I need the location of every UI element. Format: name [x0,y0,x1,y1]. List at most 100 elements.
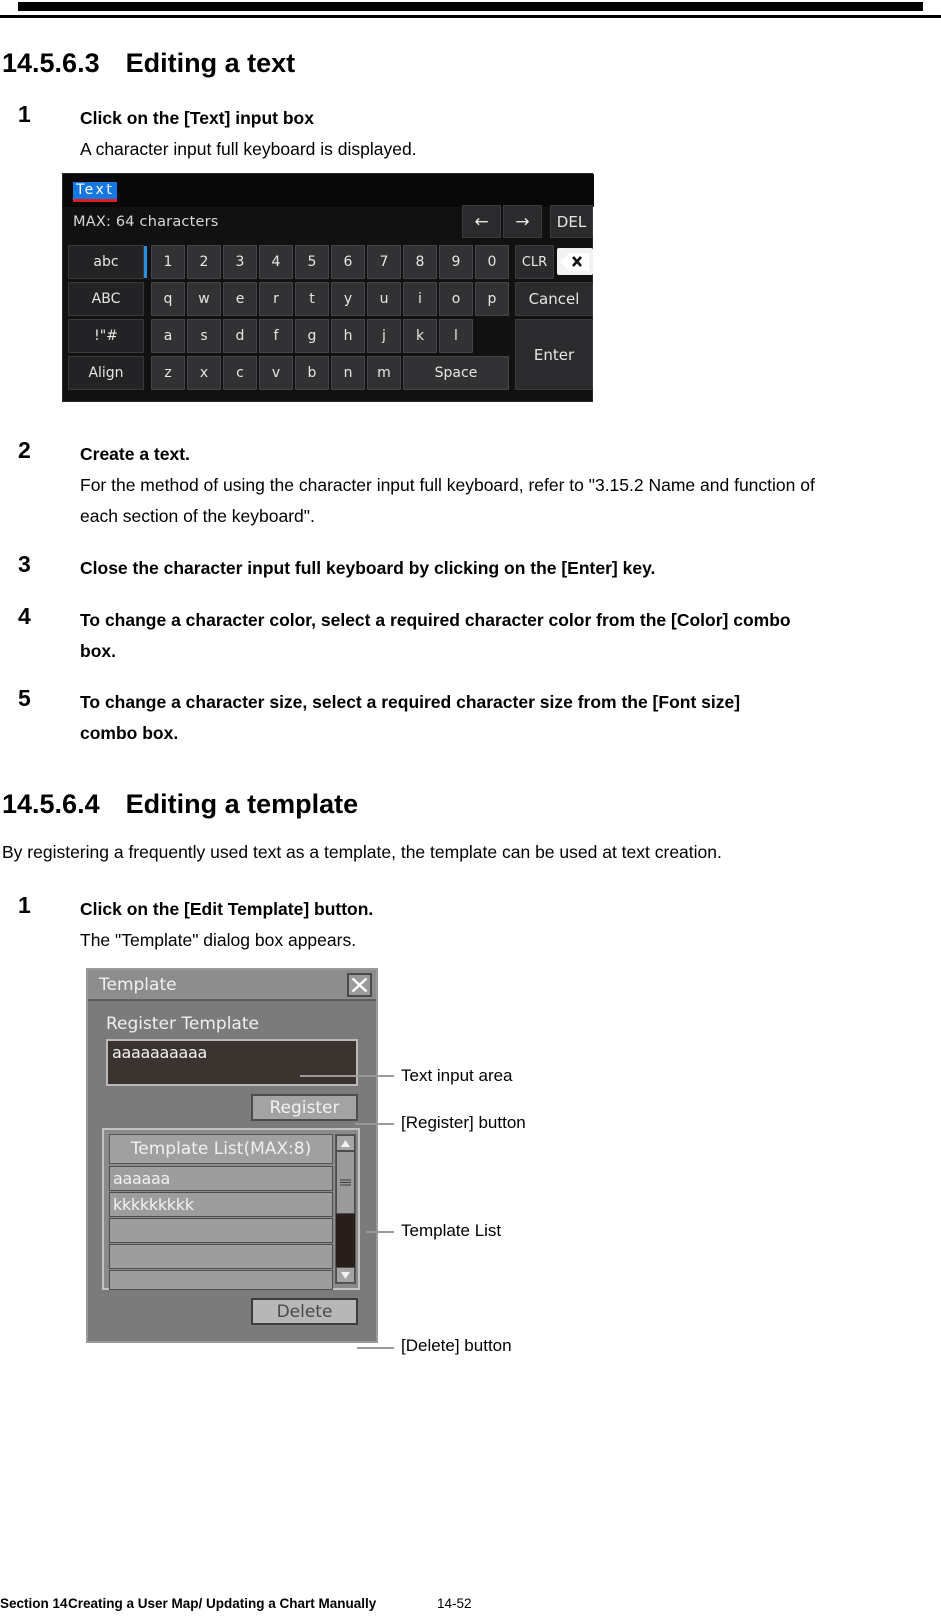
template-dialog-title-bar: Template [88,970,376,1001]
template-text-input[interactable]: aaaaaaaaaa [106,1039,358,1086]
header-black-bar [18,2,923,11]
list-item[interactable] [109,1244,333,1269]
keyboard-arrow-right-key[interactable]: → [503,205,542,238]
heading-title: Editing a text [125,48,296,78]
close-button[interactable] [347,973,372,997]
header-rule [0,15,941,18]
scroll-up-button[interactable] [336,1135,355,1151]
template-list: Template List(MAX:8) aaaaaa kkkkkkkkk [102,1128,360,1290]
grip-lines-icon [340,1179,351,1186]
keyboard-key-0[interactable]: 0 [475,245,509,279]
step-plain-line-1: For the method of using the character in… [80,475,815,495]
keyboard-key-6[interactable]: 6 [331,245,365,279]
keyboard-key-b[interactable]: b [295,356,329,390]
keyboard-mode-ABC-key[interactable]: ABC [68,282,144,316]
callout-leader-text-input [300,1075,394,1077]
keyboard-key-l[interactable]: l [439,319,473,353]
keyboard-key-a[interactable]: a [151,319,185,353]
keyboard-key-1[interactable]: 1 [151,245,185,279]
keyboard-backspace-key[interactable] [557,248,593,275]
page-title-14564: 14.5.6.4 Editing a template [2,789,358,820]
step-bold-line: Click on the [Text] input box [80,108,314,128]
template-text-value: aaaaaaaaaa [112,1043,208,1062]
step-plain-line: A character input full keyboard is displ… [80,139,417,159]
keyboard-key-k[interactable]: k [403,319,437,353]
footer-section: Section 14 [0,1596,68,1611]
keyboard-mode-cursor [144,246,147,278]
step-bold-line-2: combo box. [80,723,179,743]
keyboard-key-n[interactable]: n [331,356,365,390]
step-bold-line: Close the character input full keyboard … [80,558,656,578]
keyboard-selected-text: Text [73,182,118,202]
triangle-down-icon [341,1271,350,1279]
scroll-down-button[interactable] [336,1267,355,1283]
keyboard-key-j[interactable]: j [367,319,401,353]
keyboard-arrow-left-key[interactable]: ← [462,205,501,238]
callout-leader-delete [357,1347,394,1349]
keyboard-key-2[interactable]: 2 [187,245,221,279]
keyboard-mode-symbols-key[interactable]: !"# [68,319,144,353]
keyboard-key-5[interactable]: 5 [295,245,329,279]
heading-number: 14.5.6.3 [2,48,100,78]
step-plain-line-2: each section of the keyboard". [80,506,315,526]
template-intro-paragraph: By registering a frequently used text as… [2,842,722,862]
keyboard-key-4[interactable]: 4 [259,245,293,279]
keyboard-key-9[interactable]: 9 [439,245,473,279]
keyboard-key-h[interactable]: h [331,319,365,353]
template-list-header: Template List(MAX:8) [109,1134,333,1164]
keyboard-space-key[interactable]: Space [403,356,509,390]
keyboard-key-o[interactable]: o [439,282,473,316]
step-number: 1 [18,101,31,127]
keyboard-key-c[interactable]: c [223,356,257,390]
keyboard-key-8[interactable]: 8 [403,245,437,279]
footer-title: Creating a User Map/ Updating a Chart Ma… [68,1596,377,1611]
keyboard-key-x[interactable]: x [187,356,221,390]
keyboard-title-bar: Text [63,174,594,207]
keyboard-key-i[interactable]: i [403,282,437,316]
footer-page-number: 14-52 [437,1596,472,1611]
keyboard-key-z[interactable]: z [151,356,185,390]
list-item[interactable]: aaaaaa [109,1166,333,1191]
keyboard-max-label: MAX: 64 characters [73,214,219,230]
keyboard-key-e[interactable]: e [223,282,257,316]
keyboard-align-key[interactable]: Align [68,356,144,390]
keyboard-key-r[interactable]: r [259,282,293,316]
step-plain-line: The "Template" dialog box appears. [80,930,357,950]
scroll-thumb[interactable] [336,1151,355,1214]
keyboard-clr-key[interactable]: CLR [515,245,554,279]
keyboard-key-v[interactable]: v [259,356,293,390]
keyboard-key-q[interactable]: q [151,282,185,316]
keyboard-key-u[interactable]: u [367,282,401,316]
step-bold-line: Create a text. [80,444,190,464]
keyboard-mode-abc-key[interactable]: abc [68,245,144,279]
step-number: 5 [18,685,31,711]
template-list-scrollbar[interactable] [335,1134,356,1284]
keyboard-key-3[interactable]: 3 [223,245,257,279]
list-item[interactable] [109,1270,333,1290]
close-x-icon [351,977,368,993]
list-item[interactable]: kkkkkkkkk [109,1192,333,1217]
keyboard-key-f[interactable]: f [259,319,293,353]
keyboard-key-t[interactable]: t [295,282,329,316]
step-bold-line-1: To change a character size, select a req… [80,692,741,712]
keyboard-key-m[interactable]: m [367,356,401,390]
heading-number: 14.5.6.4 [2,789,100,819]
keyboard-key-p[interactable]: p [475,282,509,316]
keyboard-del-key[interactable]: DEL [550,205,593,238]
keyboard-cancel-key[interactable]: Cancel [515,282,593,316]
delete-button[interactable]: Delete [251,1298,358,1325]
register-button[interactable]: Register [251,1094,358,1121]
step-bold-line-1: To change a character color, select a re… [80,610,791,630]
list-item[interactable] [109,1218,333,1243]
keyboard-key-g[interactable]: g [295,319,329,353]
step-bold-line-2: box. [80,641,116,661]
callout-leader-register [355,1123,394,1125]
keyboard-key-y[interactable]: y [331,282,365,316]
heading-title: Editing a template [125,789,359,819]
keyboard-key-7[interactable]: 7 [367,245,401,279]
keyboard-key-d[interactable]: d [223,319,257,353]
template-dialog-title: Template [99,975,177,995]
keyboard-key-w[interactable]: w [187,282,221,316]
keyboard-enter-key[interactable]: Enter [515,319,593,390]
keyboard-key-s[interactable]: s [187,319,221,353]
